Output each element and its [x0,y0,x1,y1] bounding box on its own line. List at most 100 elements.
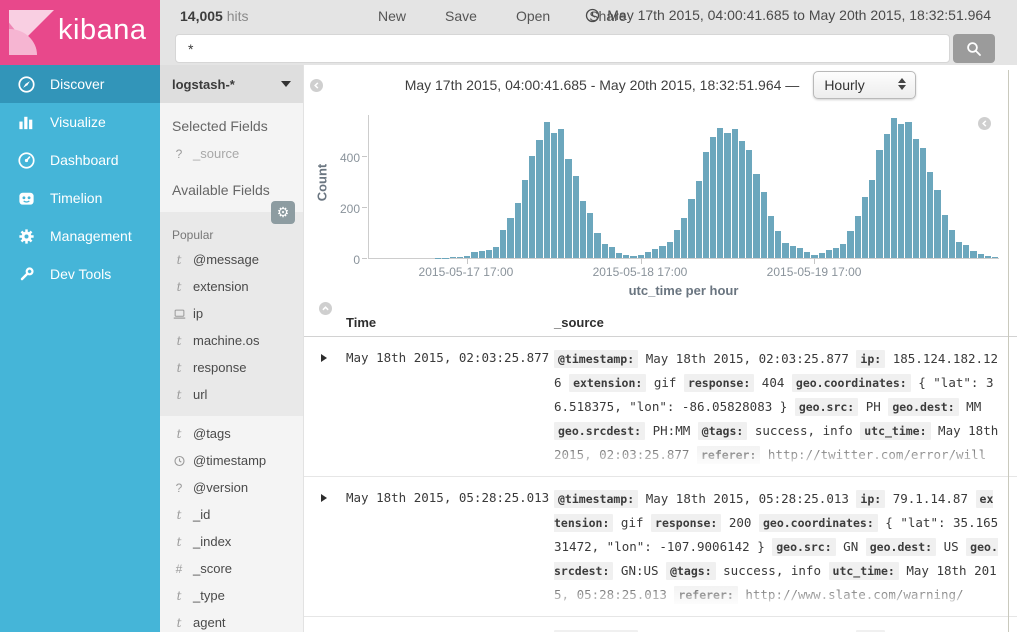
sidebar-item-dashboard[interactable]: Dashboard [0,141,160,179]
histogram-bar[interactable] [876,150,882,258]
histogram-bar[interactable] [790,246,796,258]
histogram-bar[interactable] [992,257,998,258]
field-item-url[interactable]: turl [160,381,303,408]
histogram-bar[interactable] [688,199,694,258]
histogram-bar[interactable] [970,251,976,258]
histogram-bar[interactable] [826,250,832,258]
histogram-bar[interactable] [659,246,665,258]
field-item-extension[interactable]: textension [160,273,303,300]
histogram-bar[interactable] [667,242,673,258]
field-item-machineos[interactable]: tmachine.os [160,327,303,354]
histogram-bar[interactable] [753,174,759,258]
histogram-bar[interactable] [645,252,651,258]
histogram-bar[interactable] [623,255,629,258]
histogram-bar[interactable] [457,257,463,258]
menu-item-new[interactable]: New [378,8,406,24]
histogram-bar[interactable] [507,218,513,258]
histogram-bar[interactable] [797,248,803,258]
histogram-bar[interactable] [515,203,521,258]
histogram-bar[interactable] [696,181,702,258]
histogram-bar[interactable] [630,256,636,258]
histogram-bar[interactable] [573,176,579,258]
histogram-bar[interactable] [594,233,600,258]
histogram-bar[interactable] [920,148,926,258]
histogram-bar[interactable] [855,216,861,258]
time-picker[interactable]: May 17th 2015, 04:00:41.685 to May 20th … [585,7,991,23]
histogram-bar[interactable] [898,124,904,258]
histogram-bar[interactable] [768,216,774,258]
histogram-bar[interactable] [580,201,586,258]
search-input[interactable] [175,34,950,63]
field-item-index[interactable]: t_index [160,528,303,555]
sidebar-item-timelion[interactable]: Timelion [0,179,160,217]
field-item-version[interactable]: ?@version [160,474,303,501]
field-settings-gear-button[interactable]: ⚙ [271,201,295,224]
histogram-bar[interactable] [652,249,658,258]
histogram-bar[interactable] [544,122,550,258]
histogram-bar[interactable] [616,253,622,258]
histogram-bar[interactable] [703,152,709,258]
histogram-bar[interactable] [833,248,839,258]
histogram-bar[interactable] [681,218,687,258]
field-item-score[interactable]: #_score [160,555,303,582]
histogram-bar[interactable] [602,244,608,258]
field-item-tags[interactable]: t@tags [160,420,303,447]
expand-row-caret-icon[interactable] [321,494,327,502]
histogram-bar[interactable] [486,250,492,258]
histogram-bar[interactable] [724,133,730,258]
histogram-bar[interactable] [493,247,499,258]
histogram-bar[interactable] [942,215,948,258]
chevron-left-icon[interactable] [310,79,323,92]
histogram-bar[interactable] [558,129,564,258]
histogram-bar[interactable] [819,253,825,258]
histogram-bar[interactable] [775,231,781,258]
search-button[interactable] [953,34,995,63]
histogram-bar[interactable] [840,244,846,258]
histogram-bar[interactable] [500,230,506,258]
histogram-bar[interactable] [949,230,955,258]
histogram-bar[interactable] [536,140,542,258]
field-item-message[interactable]: t@message [160,246,303,273]
histogram-bar[interactable] [847,231,853,258]
histogram-bar[interactable] [862,197,868,258]
field-item-agent[interactable]: tagent [160,609,303,632]
histogram-bar[interactable] [746,150,752,258]
histogram-bar[interactable] [609,247,615,258]
histogram-bar[interactable] [956,242,962,258]
histogram-bar[interactable] [985,256,991,258]
histogram-bar[interactable] [804,252,810,258]
histogram-bar[interactable] [978,254,984,258]
field-item-ip[interactable]: ip [160,300,303,327]
histogram-bar[interactable] [442,258,448,259]
histogram-bar[interactable] [732,129,738,258]
histogram-bar[interactable] [587,213,593,258]
menu-item-open[interactable]: Open [516,8,550,24]
histogram-bar[interactable] [529,156,535,259]
histogram-bar[interactable] [479,251,485,258]
histogram-bar[interactable] [522,180,528,258]
histogram-bar[interactable] [884,134,890,258]
histogram-bar[interactable] [927,172,933,258]
histogram-bar[interactable] [739,141,745,258]
histogram-bar[interactable] [551,133,557,258]
index-pattern-selector[interactable]: logstash-* [160,65,303,103]
sidebar-item-visualize[interactable]: Visualize [0,103,160,141]
field-item-response[interactable]: tresponse [160,354,303,381]
histogram-bar[interactable] [869,180,875,258]
histogram-bar[interactable] [934,190,940,258]
sidebar-item-dev-tools[interactable]: Dev Tools [0,255,160,293]
histogram-bar[interactable] [782,243,788,258]
field-item-timestamp[interactable]: @timestamp [160,447,303,474]
sidebar-item-management[interactable]: Management [0,217,160,255]
histogram-bar[interactable] [717,128,723,258]
histogram-bar[interactable] [963,245,969,258]
histogram-bar[interactable] [761,192,767,258]
menu-item-save[interactable]: Save [445,8,477,24]
histogram-bar[interactable] [913,139,919,258]
field-item-source[interactable]: ?_source [160,140,303,167]
kibana-logo[interactable]: kibana [0,0,160,65]
histogram-bar[interactable] [674,230,680,258]
histogram-bar[interactable] [905,122,911,258]
histogram-bar[interactable] [565,159,571,258]
histogram-bar[interactable] [450,257,456,258]
